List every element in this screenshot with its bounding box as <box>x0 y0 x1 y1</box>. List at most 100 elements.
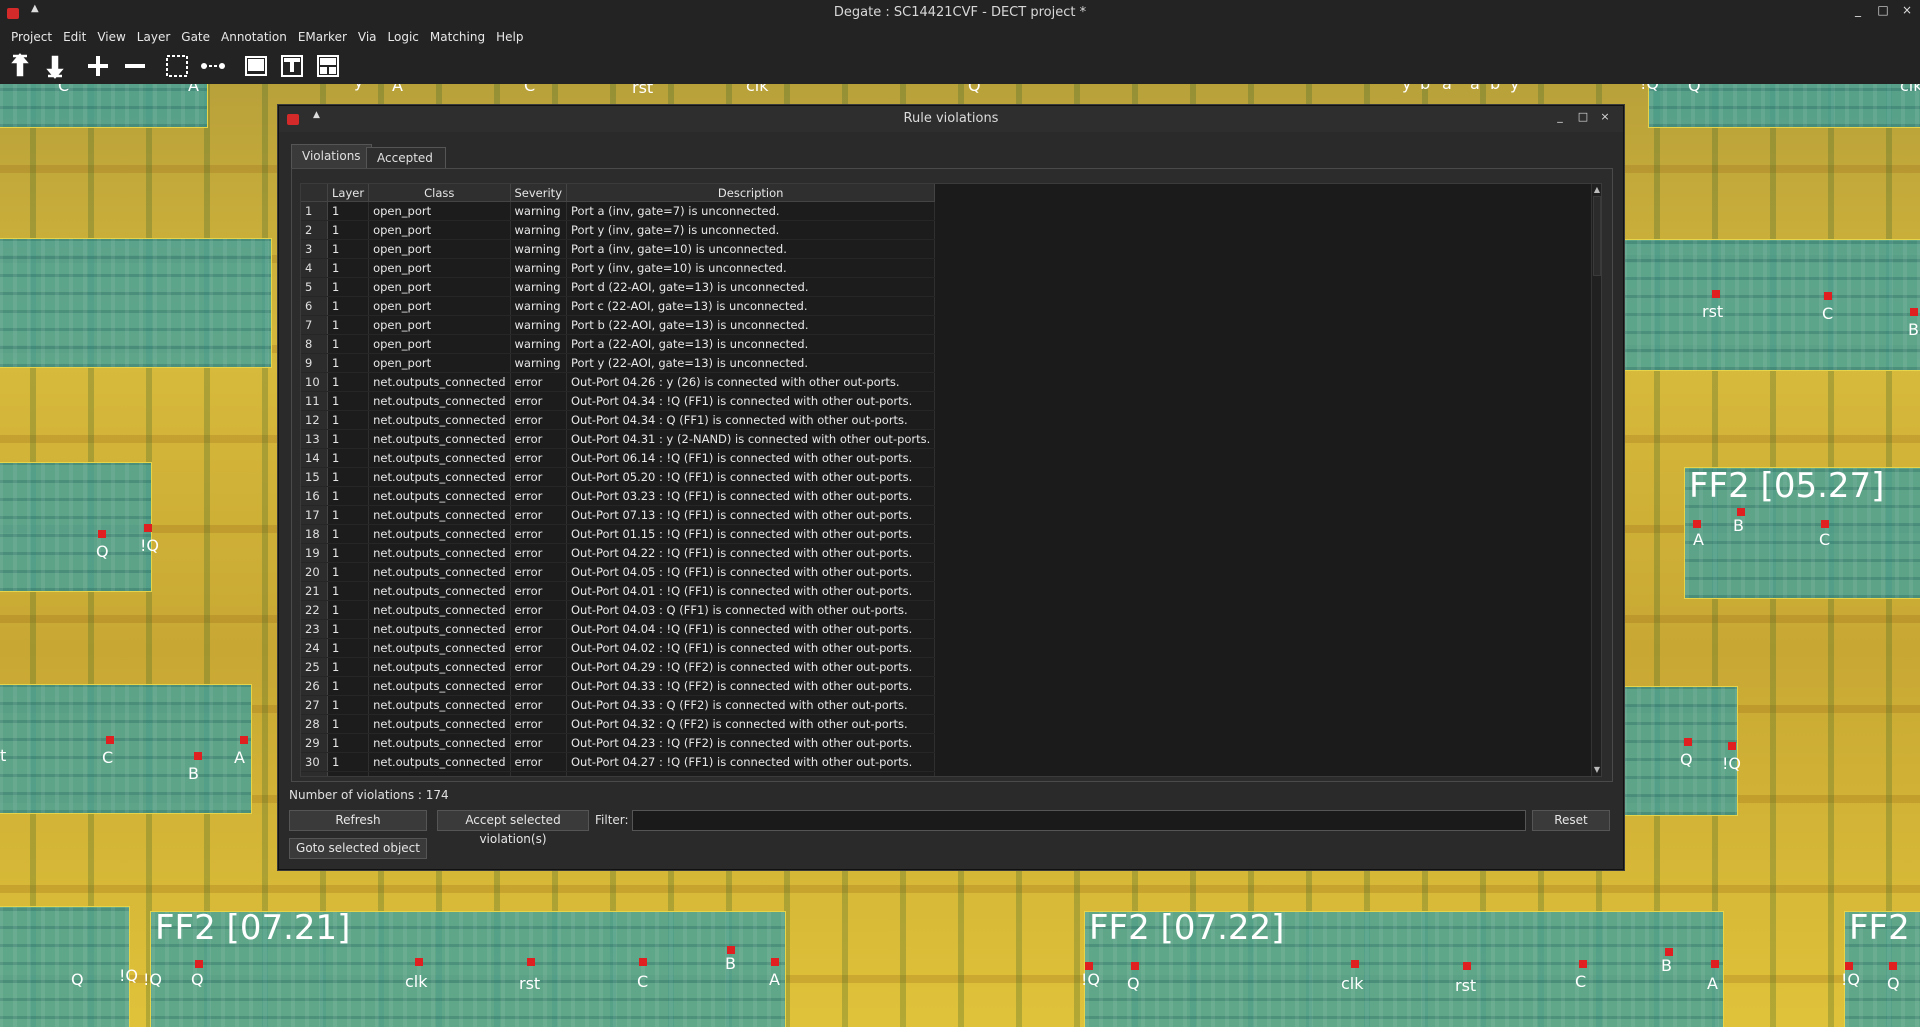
violations-table[interactable]: Layer Class Severity Description 1 1 open_… <box>300 183 1602 777</box>
gate-template-icon[interactable] <box>277 51 307 81</box>
row-number: 22 <box>301 600 328 620</box>
column-header-class[interactable]: Class <box>368 184 511 202</box>
table-row[interactable]: 5 1 open_port warning Port d (22-AOI, gate=1… <box>301 277 936 297</box>
cell-severity: error <box>510 733 567 753</box>
cell-class: net.outputs_connected <box>368 448 511 468</box>
port-label: a <box>1470 84 1480 93</box>
vertical-scrollbar[interactable]: ▲ ▼ <box>1591 184 1601 776</box>
gate-cell[interactable] <box>0 462 152 592</box>
table-row[interactable]: 24 1 net.outputs_connected error Out-Port 04… <box>301 638 936 658</box>
refresh-button[interactable]: Refresh <box>289 810 427 831</box>
table-row[interactable]: 23 1 net.outputs_connected error Out-Port 04… <box>301 619 936 639</box>
menu-gate[interactable]: Gate <box>176 27 215 48</box>
cell-severity: error <box>510 581 567 601</box>
menu-project[interactable]: Project <box>6 27 57 48</box>
menu-view[interactable]: View <box>92 27 130 48</box>
table-row[interactable]: 20 1 net.outputs_connected error Out-Port 04… <box>301 562 936 582</box>
gate-cell[interactable] <box>0 84 208 128</box>
table-row[interactable]: 22 1 net.outputs_connected error Out-Port 04… <box>301 600 936 620</box>
menu-layer[interactable]: Layer <box>132 27 175 48</box>
table-row[interactable]: 15 1 net.outputs_connected error Out-Port 05… <box>301 467 936 487</box>
zoom-in-icon[interactable] <box>83 51 113 81</box>
scroll-up-icon[interactable]: ▲ <box>1593 185 1601 195</box>
scroll-thumb[interactable] <box>1593 196 1601 276</box>
maximize-icon[interactable]: □ <box>1574 110 1592 123</box>
accept-violations-button[interactable]: Accept selected violation(s) <box>437 810 589 846</box>
menu-matching[interactable]: Matching <box>425 27 490 48</box>
column-header-severity[interactable]: Severity <box>510 184 567 202</box>
row-number: 16 <box>301 486 328 506</box>
table-row[interactable]: 16 1 net.outputs_connected error Out-Port 03… <box>301 486 936 506</box>
gate-cell[interactable]: FF2 [05.27] A B C <box>1684 466 1920 599</box>
layer-down-icon[interactable] <box>40 51 70 81</box>
area-selection-icon[interactable] <box>162 51 192 81</box>
table-row[interactable]: 6 1 open_port warning Port c (22-AOI, gate=1… <box>301 296 936 316</box>
cell-severity: error <box>510 562 567 582</box>
table-row[interactable]: 21 1 net.outputs_connected error Out-Port 04… <box>301 581 936 601</box>
emarker-icon[interactable] <box>241 51 271 81</box>
table-row[interactable]: 2 1 open_port warning Port y (inv, gate=7) i… <box>301 220 936 240</box>
gate-cell[interactable]: FF2 !Q Q <box>1841 908 1920 1027</box>
cell-severity: error <box>510 448 567 468</box>
gate-cell[interactable] <box>0 684 252 814</box>
menu-edit[interactable]: Edit <box>58 27 91 48</box>
menu-annotation[interactable]: Annotation <box>216 27 292 48</box>
table-row[interactable]: 30 1 net.outputs_connected error Out-Port 04… <box>301 752 936 772</box>
table-row[interactable]: 8 1 open_port warning Port a (22-AOI, gate=1… <box>301 334 936 354</box>
close-icon[interactable]: × <box>1596 110 1614 123</box>
table-row[interactable]: 13 1 net.outputs_connected error Out-Port 04… <box>301 429 936 449</box>
gate-cell[interactable] <box>1622 239 1920 371</box>
table-row[interactable]: 10 1 net.outputs_connected error Out-Port 04… <box>301 372 936 392</box>
layer-up-icon[interactable] <box>5 51 35 81</box>
via-icon[interactable] <box>313 51 343 81</box>
gate-cell[interactable]: FF2 [07.21] Q !Q !Q Q clk rst C B A <box>71 908 786 1027</box>
goto-object-button[interactable]: Goto selected object <box>289 838 427 859</box>
cell-class: net.outputs_connected <box>368 562 511 582</box>
column-header-description[interactable]: Description <box>566 184 936 202</box>
table-row[interactable]: 1 1 open_port warning Port a (inv, gate=7) i… <box>301 201 936 221</box>
table-row[interactable]: 14 1 net.outputs_connected error Out-Port 06… <box>301 448 936 468</box>
menu-via[interactable]: Via <box>353 27 382 48</box>
cell-class: net.outputs_connected <box>368 714 511 734</box>
table-row[interactable]: 17 1 net.outputs_connected error Out-Port 07… <box>301 505 936 525</box>
column-header-layer[interactable]: Layer <box>327 184 370 202</box>
table-row[interactable]: 28 1 net.outputs_connected error Out-Port 04… <box>301 714 936 734</box>
table-row[interactable]: 12 1 net.outputs_connected error Out-Port 04… <box>301 410 936 430</box>
gate-cell[interactable]: FF2 [07.22] !Q Q clk rst C B A <box>1081 908 1724 1027</box>
zoom-out-icon[interactable] <box>120 51 150 81</box>
menu-emarker[interactable]: EMarker <box>293 27 352 48</box>
cell-severity: error <box>510 638 567 658</box>
menu-logic[interactable]: Logic <box>383 27 424 48</box>
gate-cell[interactable] <box>0 238 272 368</box>
table-row[interactable]: 311net.outputs_connectederrorOut-Port 04… <box>301 771 936 776</box>
row-number: 27 <box>301 695 328 715</box>
minimize-icon[interactable]: _ <box>1551 110 1569 123</box>
cell-class: net.outputs_connected <box>368 467 511 487</box>
reset-button[interactable]: Reset <box>1532 810 1610 831</box>
table-row[interactable]: 27 1 net.outputs_connected error Out-Port 04… <box>301 695 936 715</box>
table-row[interactable]: 25 1 net.outputs_connected error Out-Port 04… <box>301 657 936 677</box>
table-row[interactable]: 19 1 net.outputs_connected error Out-Port 04… <box>301 543 936 563</box>
gate-cell[interactable] <box>0 906 130 1027</box>
cell-description: Out-Port 04.02 : !Q (FF1) is connected w… <box>566 638 936 658</box>
menu-help[interactable]: Help <box>491 27 528 48</box>
table-row[interactable]: 7 1 open_port warning Port b (22-AOI, gate=1… <box>301 315 936 335</box>
maximize-icon[interactable]: □ <box>1873 3 1893 17</box>
table-row[interactable]: 26 1 net.outputs_connected error Out-Port 04… <box>301 676 936 696</box>
cell-layer: 1 <box>327 562 370 582</box>
table-row[interactable]: 4 1 open_port warning Port y (inv, gate=10) … <box>301 258 936 278</box>
table-row[interactable]: 29 1 net.outputs_connected error Out-Port 04… <box>301 733 936 753</box>
tab-violations[interactable]: Violations <box>291 144 372 168</box>
table-row[interactable]: 18 1 net.outputs_connected error Out-Port 01… <box>301 524 936 544</box>
filter-input[interactable] <box>632 810 1526 831</box>
table-row[interactable]: 3 1 open_port warning Port a (inv, gate=10) … <box>301 239 936 259</box>
minimize-icon[interactable]: _ <box>1848 3 1868 17</box>
tab-accepted-violations[interactable]: Accepted violations <box>366 147 446 185</box>
table-row[interactable]: 11 1 net.outputs_connected error Out-Port 04… <box>301 391 936 411</box>
wire-tool-icon[interactable] <box>198 51 228 81</box>
scroll-down-icon[interactable]: ▼ <box>1593 765 1601 775</box>
table-row[interactable]: 9 1 open_port warning Port y (22-AOI, gate=1… <box>301 353 936 373</box>
close-icon[interactable]: × <box>1897 3 1917 17</box>
port-label: !Q <box>119 966 139 985</box>
cell-layer: 1 <box>327 448 370 468</box>
